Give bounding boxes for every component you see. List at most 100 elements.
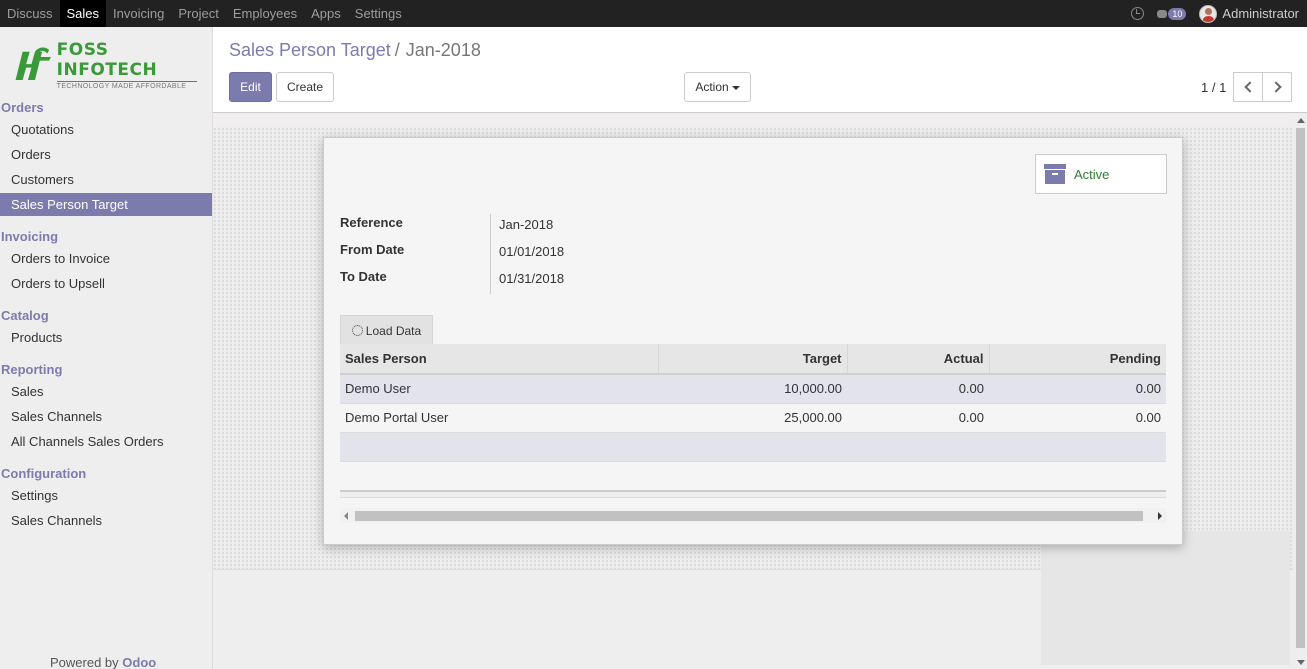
table-footer bbox=[340, 490, 1166, 498]
sidebar-section-catalog: Catalog Products bbox=[0, 306, 212, 351]
sidebar-item-reporting-sales[interactable]: Sales bbox=[0, 380, 212, 403]
breadcrumb-separator: / bbox=[394, 40, 400, 60]
scroll-left-arrow-icon[interactable] bbox=[344, 512, 348, 520]
target-lines-table: Sales Person Target Actual Pending Demo … bbox=[340, 344, 1166, 462]
breadcrumb-parent-link[interactable]: Sales Person Target bbox=[229, 40, 391, 60]
pager-next-button[interactable] bbox=[1262, 72, 1292, 102]
sidebar-item-orders[interactable]: Orders bbox=[0, 143, 212, 166]
active-toggle-button[interactable]: Active bbox=[1035, 154, 1167, 194]
column-actual[interactable]: Actual bbox=[846, 344, 989, 375]
powered-by-prefix: Powered by bbox=[50, 655, 119, 669]
systray: 10 Administrator bbox=[1118, 0, 1307, 27]
sidebar-item-config-settings[interactable]: Settings bbox=[0, 484, 212, 507]
sidebar-section-configuration: Configuration Settings Sales Channels bbox=[0, 464, 212, 534]
load-data-label: Load Data bbox=[365, 323, 422, 338]
control-panel: Sales Person Target / Jan-2018 Edit Create… bbox=[213, 27, 1307, 113]
load-data-button[interactable]: Load Data bbox=[340, 315, 433, 345]
caret-down-icon bbox=[731, 85, 740, 90]
action-label: Action bbox=[695, 80, 729, 94]
create-button[interactable]: Create bbox=[276, 72, 334, 102]
sidebar-item-customers[interactable]: Customers bbox=[0, 168, 212, 191]
table-row[interactable]: Demo User 10,000.00 0.00 0.00 bbox=[340, 374, 1166, 404]
menu-settings[interactable]: Settings bbox=[348, 0, 409, 27]
reference-value: Jan-2018 bbox=[499, 217, 554, 232]
sidebar-item-all-channels-sales-orders[interactable]: All Channels Sales Orders bbox=[0, 430, 212, 453]
chevron-left-icon bbox=[1243, 81, 1256, 93]
breadcrumb: Sales Person Target / Jan-2018 bbox=[229, 40, 481, 61]
cell-pending: 0.00 bbox=[989, 403, 1166, 433]
horizontal-scrollbar-thumb[interactable] bbox=[355, 511, 1143, 521]
table-row[interactable]: Demo Portal User 25,000.00 0.00 0.00 bbox=[340, 403, 1166, 433]
cell-actual: 0.00 bbox=[847, 374, 989, 404]
sidebar-header-orders: Orders bbox=[1, 100, 44, 115]
sidebar-item-orders-to-invoice[interactable]: Orders to Invoice bbox=[0, 247, 212, 270]
sidebar-section-invoicing: Invoicing Orders to Invoice Orders to Up… bbox=[0, 227, 212, 297]
table-header-row: Sales Person Target Actual Pending bbox=[340, 344, 1166, 375]
pager-previous-button[interactable] bbox=[1233, 72, 1263, 102]
sidebar-item-quotations[interactable]: Quotations bbox=[0, 118, 212, 141]
action-dropdown[interactable]: Action bbox=[684, 72, 751, 102]
scrollbar-thumb[interactable] bbox=[1296, 128, 1305, 648]
sidebar-item-products[interactable]: Products bbox=[0, 326, 212, 349]
menu-invoicing[interactable]: Invoicing bbox=[106, 0, 171, 27]
horizontal-scrollbar[interactable] bbox=[340, 508, 1166, 523]
user-avatar bbox=[1199, 4, 1218, 23]
column-pending[interactable]: Pending bbox=[988, 344, 1166, 375]
sidebar: FOSS INFOTECH TECHNOLOGY MADE AFFORDABLE… bbox=[0, 27, 213, 669]
menu-discuss[interactable]: Discuss bbox=[0, 0, 60, 27]
column-target[interactable]: Target bbox=[657, 344, 847, 375]
company-logo[interactable]: FOSS INFOTECH TECHNOLOGY MADE AFFORDABLE bbox=[12, 40, 197, 90]
column-sales-person[interactable]: Sales Person bbox=[340, 344, 658, 375]
table-empty-row bbox=[340, 432, 1166, 462]
chevron-right-icon bbox=[1269, 81, 1282, 93]
reference-label: Reference bbox=[340, 215, 403, 230]
cell-sales-person: Demo User bbox=[340, 374, 658, 404]
cell-target: 25,000.00 bbox=[658, 403, 847, 433]
logo-title: FOSS INFOTECH bbox=[56, 40, 197, 82]
top-navbar: Discuss Sales Invoicing Project Employee… bbox=[0, 0, 1307, 27]
scroll-up-arrow-icon[interactable] bbox=[1297, 118, 1305, 123]
messaging-menu[interactable]: 10 bbox=[1157, 7, 1187, 20]
cell-sales-person: Demo Portal User bbox=[340, 403, 658, 433]
scroll-right-arrow-icon[interactable] bbox=[1158, 512, 1162, 520]
logo-tagline: TECHNOLOGY MADE AFFORDABLE bbox=[56, 83, 187, 90]
empty-panel bbox=[1041, 531, 1290, 665]
archive-icon bbox=[1044, 164, 1066, 184]
to-date-value: 01/31/2018 bbox=[499, 271, 565, 286]
sidebar-header-invoicing: Invoicing bbox=[1, 229, 59, 244]
vertical-scrollbar[interactable] bbox=[1294, 113, 1307, 669]
cell-pending: 0.00 bbox=[989, 374, 1166, 404]
powered-by: Powered by Odoo bbox=[50, 655, 156, 669]
from-date-label: From Date bbox=[340, 242, 405, 257]
menu-apps[interactable]: Apps bbox=[304, 0, 348, 27]
from-date-value: 01/01/2018 bbox=[499, 244, 565, 259]
activity-clock-icon[interactable] bbox=[1131, 7, 1145, 20]
user-name: Administrator bbox=[1222, 6, 1299, 21]
scroll-down-arrow-icon[interactable] bbox=[1297, 660, 1305, 665]
field-divider bbox=[490, 214, 491, 294]
active-status-label: Active bbox=[1074, 166, 1110, 182]
sidebar-section-orders: Orders Quotations Orders Customers Sales… bbox=[0, 98, 212, 218]
sidebar-section-reporting: Reporting Sales Sales Channels All Chann… bbox=[0, 360, 212, 455]
sidebar-header-catalog: Catalog bbox=[1, 308, 49, 323]
user-menu[interactable]: Administrator bbox=[1199, 4, 1299, 23]
cell-actual: 0.00 bbox=[847, 403, 989, 433]
menu-project[interactable]: Project bbox=[171, 0, 225, 27]
sidebar-item-sales-person-target[interactable]: Sales Person Target bbox=[0, 193, 212, 216]
edit-button[interactable]: Edit bbox=[229, 72, 272, 102]
menu-sales[interactable]: Sales bbox=[59, 0, 107, 27]
sidebar-item-config-sales-channels[interactable]: Sales Channels bbox=[0, 509, 212, 532]
sidebar-header-configuration: Configuration bbox=[1, 466, 87, 481]
app-menu: Discuss Sales Invoicing Project Employee… bbox=[0, 0, 409, 27]
to-date-label: To Date bbox=[340, 269, 387, 284]
spinner-icon bbox=[351, 325, 363, 336]
sidebar-item-orders-to-upsell[interactable]: Orders to Upsell bbox=[0, 272, 212, 295]
pager-value[interactable]: 1 / 1 bbox=[1201, 80, 1226, 95]
cell-target: 10,000.00 bbox=[658, 374, 847, 404]
odoo-link[interactable]: Odoo bbox=[122, 655, 156, 669]
form-sheet: Active Reference Jan-2018 From Date 01/0… bbox=[323, 137, 1183, 545]
menu-employees[interactable]: Employees bbox=[226, 0, 304, 27]
messages-count-badge: 10 bbox=[1168, 7, 1187, 20]
sidebar-header-reporting: Reporting bbox=[1, 362, 63, 377]
sidebar-item-reporting-sales-channels[interactable]: Sales Channels bbox=[0, 405, 212, 428]
